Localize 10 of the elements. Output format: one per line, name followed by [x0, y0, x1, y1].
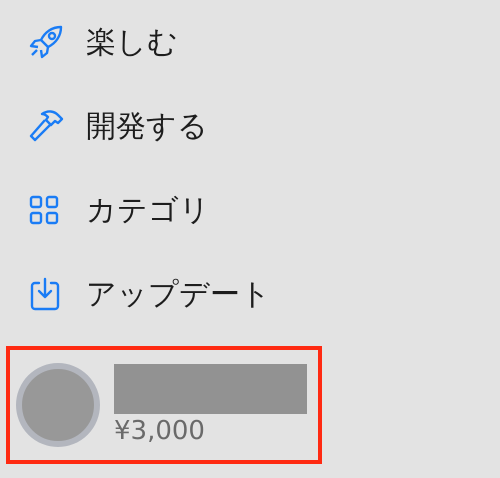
balance-text: ¥3,000 [114, 416, 206, 446]
download-icon [28, 276, 62, 312]
sidebar-item[interactable]: 開発する [28, 84, 500, 168]
rocket-icon [28, 24, 64, 60]
sidebar-item[interactable]: アップデート [28, 252, 500, 336]
sidebar-item[interactable]: 楽しむ [28, 0, 500, 84]
account-panel[interactable]: ¥3,000 [6, 346, 322, 464]
sidebar-item[interactable]: カテゴリ [28, 168, 500, 252]
hammer-icon [28, 108, 64, 144]
grid-icon [28, 194, 60, 226]
